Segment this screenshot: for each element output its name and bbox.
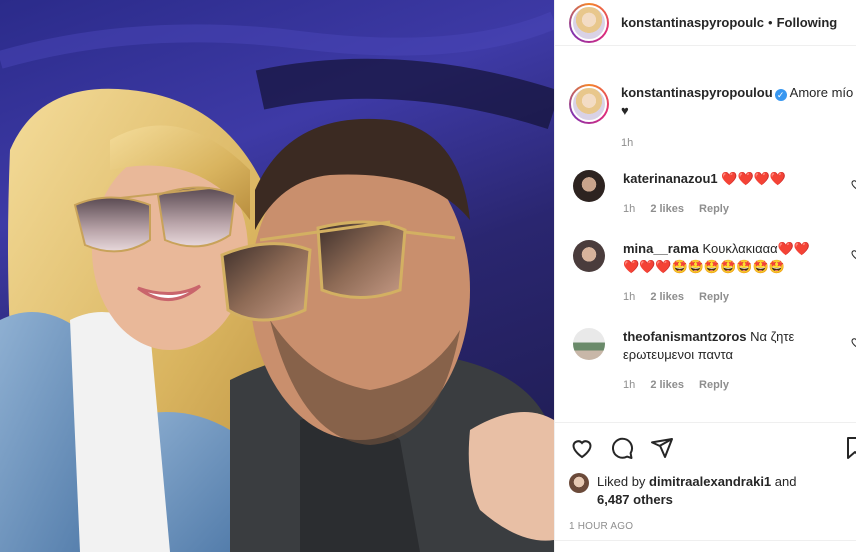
add-comment-divider: [555, 540, 856, 541]
comment-time[interactable]: 1h: [623, 291, 635, 303]
commenter-avatar[interactable]: [573, 328, 605, 360]
comment-username[interactable]: katerinanazou1: [623, 171, 718, 186]
comment-like-heart-icon[interactable]: [850, 336, 856, 348]
post-timestamp[interactable]: 1 HOUR AGO: [569, 521, 856, 532]
caption-avatar[interactable]: [569, 84, 609, 124]
share-icon[interactable]: [649, 436, 675, 460]
author-avatar[interactable]: [569, 2, 609, 43]
liked-by-user[interactable]: dimitraalexandraki1: [649, 474, 771, 489]
bookmark-icon[interactable]: [845, 435, 856, 461]
liked-by-and: and: [774, 474, 797, 489]
post-photo[interactable]: [0, 0, 554, 552]
comment-username[interactable]: theofanismantzoros: [623, 329, 747, 344]
reply-button[interactable]: Reply: [699, 291, 729, 303]
comments-list: konstantinaspyropoulou ✓ Amore mío ♥ 1h ka…: [555, 46, 856, 394]
commenter-avatar[interactable]: [573, 170, 605, 202]
comment-likes[interactable]: 2 likes: [650, 379, 684, 391]
verified-badge-icon: ✓: [774, 89, 787, 101]
comment-likes[interactable]: 2 likes: [650, 203, 684, 215]
comment-likes[interactable]: 2 likes: [650, 291, 684, 303]
commenter-avatar[interactable]: [573, 240, 605, 272]
comment-row: mina__rama Κουκλακιααα❤️❤️❤️❤️❤️🤩🤩🤩🤩🤩🤩🤩 …: [569, 240, 856, 306]
comment-time[interactable]: 1h: [623, 379, 635, 391]
liked-by-prefix: Liked by: [597, 474, 646, 489]
liker-avatar[interactable]: [569, 473, 589, 493]
reply-button[interactable]: Reply: [699, 203, 729, 215]
comment-row: katerinanazou1 ❤️❤️❤️❤️ 1h 2 likes Reply: [569, 170, 856, 218]
heart-icon[interactable]: [569, 436, 595, 460]
separator-dot: •: [768, 15, 773, 30]
post-actions: Liked by dimitraalexandraki1 and 6,487 o…: [555, 422, 856, 532]
likes-count[interactable]: 6,487 others: [597, 492, 673, 507]
caption: konstantinaspyropoulou ✓ Amore mío ♥ 1h: [569, 46, 856, 152]
comment-username[interactable]: mina__rama: [623, 241, 699, 256]
comment-like-heart-icon[interactable]: [850, 178, 856, 190]
comment-like-heart-icon[interactable]: [850, 248, 856, 260]
photo-illustration: [0, 11, 554, 552]
post-sidebar: konstantinaspyropoulc • Following konsta…: [554, 0, 856, 552]
caption-time[interactable]: 1h: [621, 137, 633, 149]
post-header: konstantinaspyropoulc • Following: [555, 0, 856, 46]
caption-username[interactable]: konstantinaspyropoulou: [621, 85, 773, 100]
comment-row: theofanismantzoros Να ζητε ερωτευμενοι π…: [569, 328, 856, 394]
author-username[interactable]: konstantinaspyropoulc: [621, 15, 764, 30]
comment-text: ❤️❤️❤️❤️: [721, 171, 787, 186]
reply-button[interactable]: Reply: [699, 379, 729, 391]
instagram-post: konstantinaspyropoulc • Following konsta…: [0, 0, 856, 552]
comment-time[interactable]: 1h: [623, 203, 635, 215]
comment-icon[interactable]: [609, 436, 635, 460]
liked-by: Liked by dimitraalexandraki1 and 6,487 o…: [569, 473, 856, 509]
following-button[interactable]: Following: [777, 15, 838, 30]
